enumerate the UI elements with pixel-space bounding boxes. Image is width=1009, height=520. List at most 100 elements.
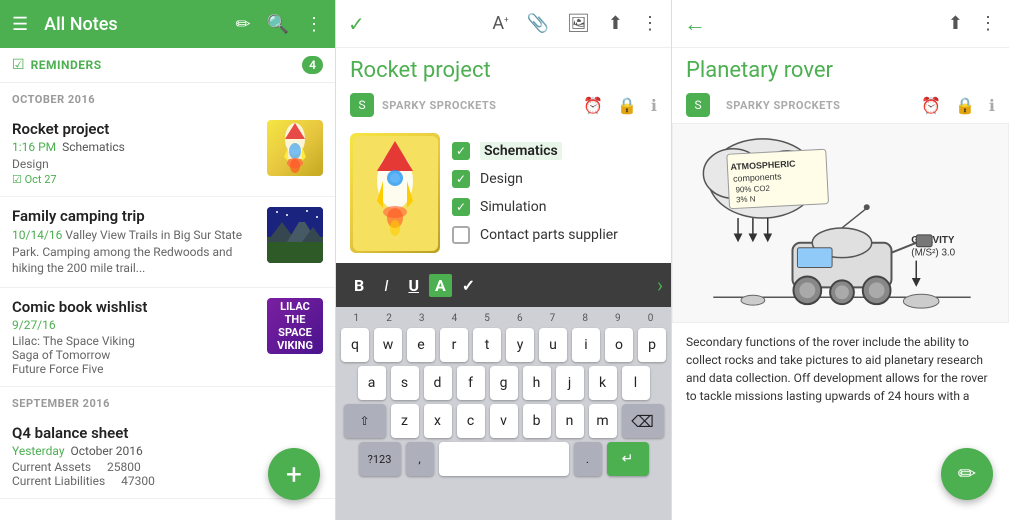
key-p[interactable]: p xyxy=(638,328,666,362)
note-item-comic[interactable]: Comic book wishlist 9/27/16 Lilac: The S… xyxy=(0,288,335,387)
checklist-item-schematics[interactable]: ✓ Schematics xyxy=(452,142,657,160)
checklist-item-simulation[interactable]: ✓ Simulation xyxy=(452,198,657,216)
notes-header: ☰ All Notes ✏ 🔍 ⋮ xyxy=(0,0,335,48)
key-y[interactable]: y xyxy=(506,328,534,362)
key-h[interactable]: h xyxy=(523,366,551,400)
key-r[interactable]: r xyxy=(440,328,468,362)
checkbox-design[interactable]: ✓ xyxy=(452,170,470,188)
checklist-item-contact[interactable]: Contact parts supplier xyxy=(452,226,657,244)
notes-title: All Notes xyxy=(44,14,235,35)
checklist-label-schematics: Schematics xyxy=(480,142,562,160)
checkbox-simulation[interactable]: ✓ xyxy=(452,198,470,216)
key-n[interactable]: n xyxy=(556,404,584,438)
keyboard-area: 1 2 3 4 5 6 7 8 9 0 q w e r t y u i o p … xyxy=(336,307,671,520)
image-icon[interactable]: 🖼 xyxy=(567,13,590,34)
notebook-actions: ⏰ 🔒 ℹ xyxy=(583,96,657,115)
more-icon[interactable]: ⋮ xyxy=(641,13,659,34)
key-c[interactable]: c xyxy=(457,404,485,438)
note-title-q4: Q4 balance sheet xyxy=(12,424,323,442)
key-q[interactable]: q xyxy=(341,328,369,362)
key-k[interactable]: k xyxy=(589,366,617,400)
key-j[interactable]: j xyxy=(556,366,584,400)
checklist-button[interactable]: ✓ xyxy=(452,272,485,299)
key-w[interactable]: w xyxy=(374,328,402,362)
current-assets-value: 25800 xyxy=(107,460,141,474)
key-symbols[interactable]: ?123 xyxy=(359,442,401,476)
attach-icon[interactable]: 📎 xyxy=(527,13,549,34)
keyboard-row-bottom: ?123 , . ↵ xyxy=(340,442,667,476)
key-a[interactable]: a xyxy=(358,366,386,400)
toolbar-more-icon[interactable]: › xyxy=(657,273,663,297)
key-x[interactable]: x xyxy=(424,404,452,438)
rover-notebook-name: SPARKY SPROCKETS xyxy=(726,99,921,112)
key-e[interactable]: e xyxy=(407,328,435,362)
checklist-label-contact: Contact parts supplier xyxy=(480,227,618,243)
key-z[interactable]: z xyxy=(391,404,419,438)
key-i[interactable]: i xyxy=(572,328,600,362)
key-d[interactable]: d xyxy=(424,366,452,400)
rover-notebook-icon: S xyxy=(686,93,710,117)
keyboard-row-3: ⇧ z x c v b n m ⌫ xyxy=(340,404,667,438)
key-space[interactable] xyxy=(439,442,569,476)
rocket-header-icons: A+ 📎 🖼 ⬆ ⋮ xyxy=(492,13,659,34)
new-note-icon[interactable]: ✏ xyxy=(235,14,250,35)
search-icon[interactable]: 🔍 xyxy=(267,14,289,35)
checklist-label-design: Design xyxy=(480,171,523,187)
rover-edit-fab[interactable]: ✏ xyxy=(941,448,993,500)
italic-button[interactable]: I xyxy=(374,272,398,299)
checkbox-schematics[interactable]: ✓ xyxy=(452,142,470,160)
hamburger-icon[interactable]: ☰ xyxy=(12,14,28,35)
key-shift[interactable]: ⇧ xyxy=(344,404,386,438)
rover-share-icon[interactable]: ⬆ xyxy=(948,13,963,34)
rover-lock-icon[interactable]: 🔒 xyxy=(955,96,975,115)
underline-button[interactable]: U xyxy=(398,272,429,299)
key-m[interactable]: m xyxy=(589,404,617,438)
new-note-fab[interactable]: + xyxy=(268,448,320,500)
format-text-icon[interactable]: A+ xyxy=(492,13,508,34)
svg-text:(M/S²) 3.0: (M/S²) 3.0 xyxy=(911,248,955,259)
sparky-row-rocket: S SPARKY SPROCKETS ⏰ 🔒 ℹ xyxy=(336,89,671,123)
note-meta-rocket: 1:16 PM Schematics xyxy=(12,140,259,154)
key-o[interactable]: o xyxy=(605,328,633,362)
key-f[interactable]: f xyxy=(457,366,485,400)
checkbox-contact[interactable] xyxy=(452,226,470,244)
key-backspace[interactable]: ⌫ xyxy=(622,404,664,438)
key-t[interactable]: t xyxy=(473,328,501,362)
rover-info-icon[interactable]: ℹ xyxy=(989,96,995,115)
key-g[interactable]: g xyxy=(490,366,518,400)
key-u[interactable]: u xyxy=(539,328,567,362)
key-period[interactable]: . xyxy=(574,442,602,476)
keyboard-numbers-row: 1 2 3 4 5 6 7 8 9 0 xyxy=(340,311,667,326)
reminders-row[interactable]: ☑ REMINDERS 4 xyxy=(0,48,335,83)
confirm-icon[interactable]: ✓ xyxy=(348,12,365,36)
share-icon[interactable]: ⬆ xyxy=(608,13,623,34)
lock-icon[interactable]: 🔒 xyxy=(617,96,637,115)
key-b[interactable]: b xyxy=(523,404,551,438)
info-icon[interactable]: ℹ xyxy=(651,96,657,115)
rover-more-icon[interactable]: ⋮ xyxy=(979,13,997,34)
key-l[interactable]: l xyxy=(622,366,650,400)
text-color-button[interactable]: A xyxy=(429,274,452,297)
current-assets-label: Current Assets xyxy=(12,460,91,474)
note-item-rocket[interactable]: Rocket project 1:16 PM Schematics Design… xyxy=(0,110,335,197)
checklist-item-design[interactable]: ✓ Design xyxy=(452,170,657,188)
key-v[interactable]: v xyxy=(490,404,518,438)
current-liabilities-label: Current Liabilities xyxy=(12,474,105,488)
panel-planetary-rover: ← ⬆ ⋮ Planetary rover S SPARKY SPROCKETS… xyxy=(672,0,1009,520)
back-icon[interactable]: ← xyxy=(684,11,706,37)
rover-header: ← ⬆ ⋮ xyxy=(672,0,1009,48)
note-item-camping[interactable]: Family camping trip 10/14/16 Valley View… xyxy=(0,197,335,288)
rover-notebook-actions: ⏰ 🔒 ℹ xyxy=(921,96,995,115)
key-enter[interactable]: ↵ xyxy=(607,442,649,476)
alarm-icon[interactable]: ⏰ xyxy=(583,96,603,115)
svg-text:3% N: 3% N xyxy=(736,194,756,204)
sparky-row-rover: S SPARKY SPROCKETS ⏰ 🔒 ℹ xyxy=(672,89,1009,123)
note-preview-camping: 10/14/16 Valley View Trails in Big Sur S… xyxy=(12,227,259,277)
key-s[interactable]: s xyxy=(391,366,419,400)
panel-rocket-project: ✓ A+ 📎 🖼 ⬆ ⋮ Rocket project S SPARKY SPR… xyxy=(336,0,672,520)
note-title-comic: Comic book wishlist xyxy=(12,298,259,316)
bold-button[interactable]: B xyxy=(344,272,374,299)
more-options-icon[interactable]: ⋮ xyxy=(305,14,323,35)
key-comma[interactable]: , xyxy=(406,442,434,476)
rover-alarm-icon[interactable]: ⏰ xyxy=(921,96,941,115)
